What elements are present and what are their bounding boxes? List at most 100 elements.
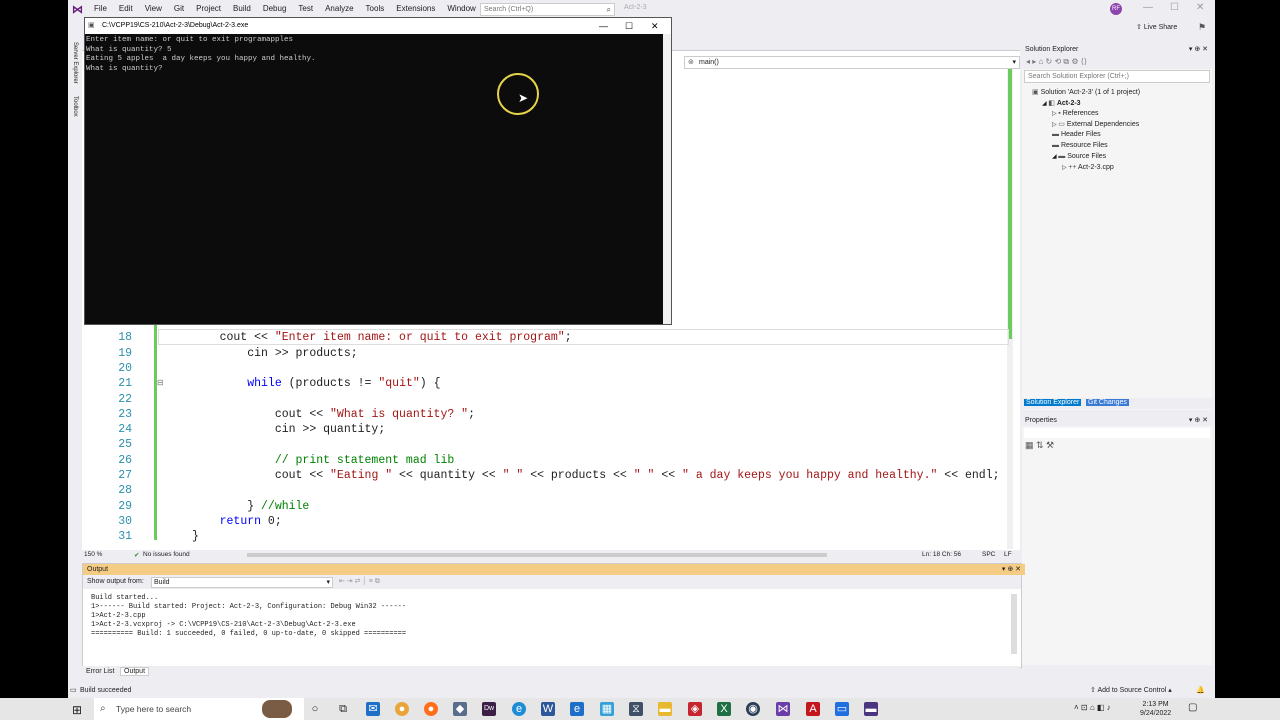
- console-maximize-icon[interactable]: ☐: [625, 18, 633, 34]
- ie-icon[interactable]: e: [570, 702, 584, 716]
- tree-item[interactable]: ▬ Resource Files: [1052, 142, 1108, 149]
- menu-item-debug[interactable]: Debug: [257, 4, 293, 13]
- code-line[interactable]: 26 // print statement mad lib: [82, 453, 1020, 468]
- live-share-button[interactable]: ⇧ Live Share: [1136, 23, 1177, 31]
- menu-item-tools[interactable]: Tools: [360, 4, 391, 13]
- console-window[interactable]: ▣ C:\VCPP19\CS-210\Act-2-3\Debug\Act-2-3…: [84, 17, 672, 325]
- acrobat-icon[interactable]: A: [806, 702, 820, 716]
- output-scrollbar[interactable]: [1011, 594, 1017, 654]
- code-line[interactable]: 25: [82, 437, 1020, 452]
- tree-item[interactable]: ▷ ▪ References: [1052, 110, 1099, 117]
- feedback-icon[interactable]: ⚑: [1198, 22, 1206, 33]
- menu-item-test[interactable]: Test: [292, 4, 319, 13]
- output-close-icon[interactable]: ▾ ⊕ ✕: [1002, 564, 1021, 575]
- horizontal-scrollbar[interactable]: [247, 553, 827, 557]
- maximize-icon[interactable]: ☐: [1170, 2, 1179, 13]
- tab-output[interactable]: Output: [120, 667, 150, 676]
- firefox-icon[interactable]: ●: [424, 702, 438, 716]
- code-token: <<: [654, 469, 683, 482]
- task-view-icon[interactable]: ⧉: [336, 702, 350, 716]
- solution-search-input[interactable]: Search Solution Explorer (Ctrl+;): [1024, 70, 1210, 83]
- tree-item[interactable]: ◢ ▬ Source Files: [1052, 153, 1106, 160]
- action-center-icon[interactable]: ▢: [1188, 702, 1197, 713]
- tab-solution-explorer[interactable]: Solution Explorer: [1024, 399, 1082, 406]
- menu-item-build[interactable]: Build: [227, 4, 257, 13]
- panel-close-icon[interactable]: ▾ ⊕ ✕: [1189, 44, 1212, 55]
- visual-studio-icon[interactable]: ⋈: [776, 702, 790, 716]
- menu-item-view[interactable]: View: [139, 4, 168, 13]
- tree-item[interactable]: ▬ Header Files: [1052, 131, 1101, 138]
- file-explorer-icon[interactable]: ▬: [658, 702, 672, 716]
- code-line[interactable]: 22: [82, 392, 1020, 407]
- dreamweaver-icon[interactable]: Dw: [482, 702, 496, 716]
- console-task-icon[interactable]: ▬: [864, 702, 878, 716]
- store-icon[interactable]: ▦: [600, 702, 614, 716]
- menu-item-window[interactable]: Window: [441, 4, 481, 13]
- menu-item-analyze[interactable]: Analyze: [319, 4, 359, 13]
- avatar[interactable]: RF: [1110, 3, 1122, 15]
- mouse-pointer-icon: ➤: [518, 91, 529, 105]
- cpp-file-icon: ++: [1068, 163, 1079, 171]
- solution-explorer-tabs: Solution Explorer Git Changes: [1022, 398, 1212, 409]
- chrome-icon[interactable]: ●: [395, 702, 409, 716]
- code-line[interactable]: 30 return 0;: [82, 514, 1020, 529]
- editor-vertical-scrollbar[interactable]: [1007, 69, 1013, 549]
- search-input[interactable]: Search (Ctrl+Q) ⌕: [480, 3, 615, 16]
- tab-git-changes[interactable]: Git Changes: [1086, 399, 1129, 406]
- cortana-icon[interactable]: ○: [308, 702, 322, 716]
- properties-object-select[interactable]: [1024, 428, 1210, 438]
- tree-item[interactable]: ▷ ▭ External Dependencies: [1052, 120, 1139, 128]
- zoom-level[interactable]: 150 %: [84, 551, 102, 558]
- code-line[interactable]: 19 cin >> products;: [82, 346, 1020, 361]
- code-line[interactable]: 31}: [82, 529, 1020, 544]
- properties-close-icon[interactable]: ▾ ⊕ ✕: [1189, 415, 1212, 426]
- app-icon[interactable]: ◆: [453, 702, 467, 716]
- system-tray-icons[interactable]: ˄ ⊡ ⌂ ◧ ♪: [1074, 703, 1111, 712]
- code-line[interactable]: 28: [82, 483, 1020, 498]
- output-source-value: Build: [154, 579, 170, 586]
- output-source-select[interactable]: Build ▾: [151, 577, 333, 588]
- add-to-source-control[interactable]: ⇧ Add to Source Control ▴: [1090, 683, 1172, 698]
- console-close-icon[interactable]: ✕: [651, 18, 659, 34]
- menu-item-extensions[interactable]: Extensions: [390, 4, 441, 13]
- fold-toggle-icon[interactable]: ⊟: [157, 378, 164, 387]
- console-minimize-icon[interactable]: —: [599, 18, 608, 34]
- zoom-icon[interactable]: ▭: [835, 702, 849, 716]
- taskbar-search[interactable]: ⌕ Type here to search: [94, 698, 304, 720]
- code-token: // print statement mad lib: [192, 453, 455, 467]
- code-line[interactable]: 23 cout << "What is quantity? ";: [82, 407, 1020, 422]
- console-scrollbar[interactable]: [663, 34, 671, 324]
- menu-item-git[interactable]: Git: [168, 4, 190, 13]
- menu-item-file[interactable]: File: [88, 4, 113, 13]
- tree-item[interactable]: ▣ Solution 'Act-2-3' (1 of 1 project): [1032, 88, 1140, 96]
- close-icon[interactable]: ✕: [1196, 2, 1204, 13]
- server-explorer-tab[interactable]: Server Explorer: [69, 42, 78, 84]
- excel-icon[interactable]: X: [717, 702, 731, 716]
- tree-item[interactable]: ▷ ++ Act-2-3.cpp: [1062, 164, 1114, 171]
- menu-item-edit[interactable]: Edit: [113, 4, 139, 13]
- word-icon[interactable]: W: [541, 702, 555, 716]
- output-nav-icons[interactable]: ⇤ ⇥ ⇄ │ ≡ ⧉: [339, 575, 380, 589]
- obs-icon[interactable]: ◉: [746, 702, 760, 716]
- toolbox-tab[interactable]: Toolbox: [69, 96, 78, 117]
- notification-icon[interactable]: 🔔: [1196, 683, 1205, 698]
- shield-icon[interactable]: ◈: [688, 702, 702, 716]
- code-line[interactable]: 27 cout << "Eating " << quantity << " " …: [82, 468, 1020, 483]
- tab-error-list[interactable]: Error List: [86, 668, 114, 675]
- code-line[interactable]: 21 while (products != "quit") {: [82, 376, 1020, 391]
- line-number: 22: [118, 392, 132, 406]
- menu-item-project[interactable]: Project: [190, 4, 227, 13]
- code-line[interactable]: 24 cin >> quantity;: [82, 422, 1020, 437]
- windows-start-icon[interactable]: ⊞: [72, 703, 82, 717]
- remote-icon[interactable]: ⧖: [629, 702, 643, 716]
- function-nav-dropdown[interactable]: ⊚ main() ▾: [684, 56, 1020, 69]
- tree-item[interactable]: ◢ ◧ Act-2-3: [1042, 99, 1081, 107]
- clock[interactable]: 2:13 PM 9/24/2022: [1140, 700, 1171, 718]
- minimize-icon[interactable]: —: [1143, 2, 1153, 13]
- code-line[interactable]: 29 } //while: [82, 499, 1020, 514]
- edge-icon[interactable]: e: [512, 702, 526, 716]
- issues-status[interactable]: No issues found: [143, 551, 190, 558]
- taskbar: ⊞ ⌕ Type here to search ○ ⧉ ✉ ● ● ◆ Dw e…: [0, 698, 1280, 720]
- mail-icon[interactable]: ✉: [366, 702, 380, 716]
- code-line[interactable]: 20: [82, 361, 1020, 376]
